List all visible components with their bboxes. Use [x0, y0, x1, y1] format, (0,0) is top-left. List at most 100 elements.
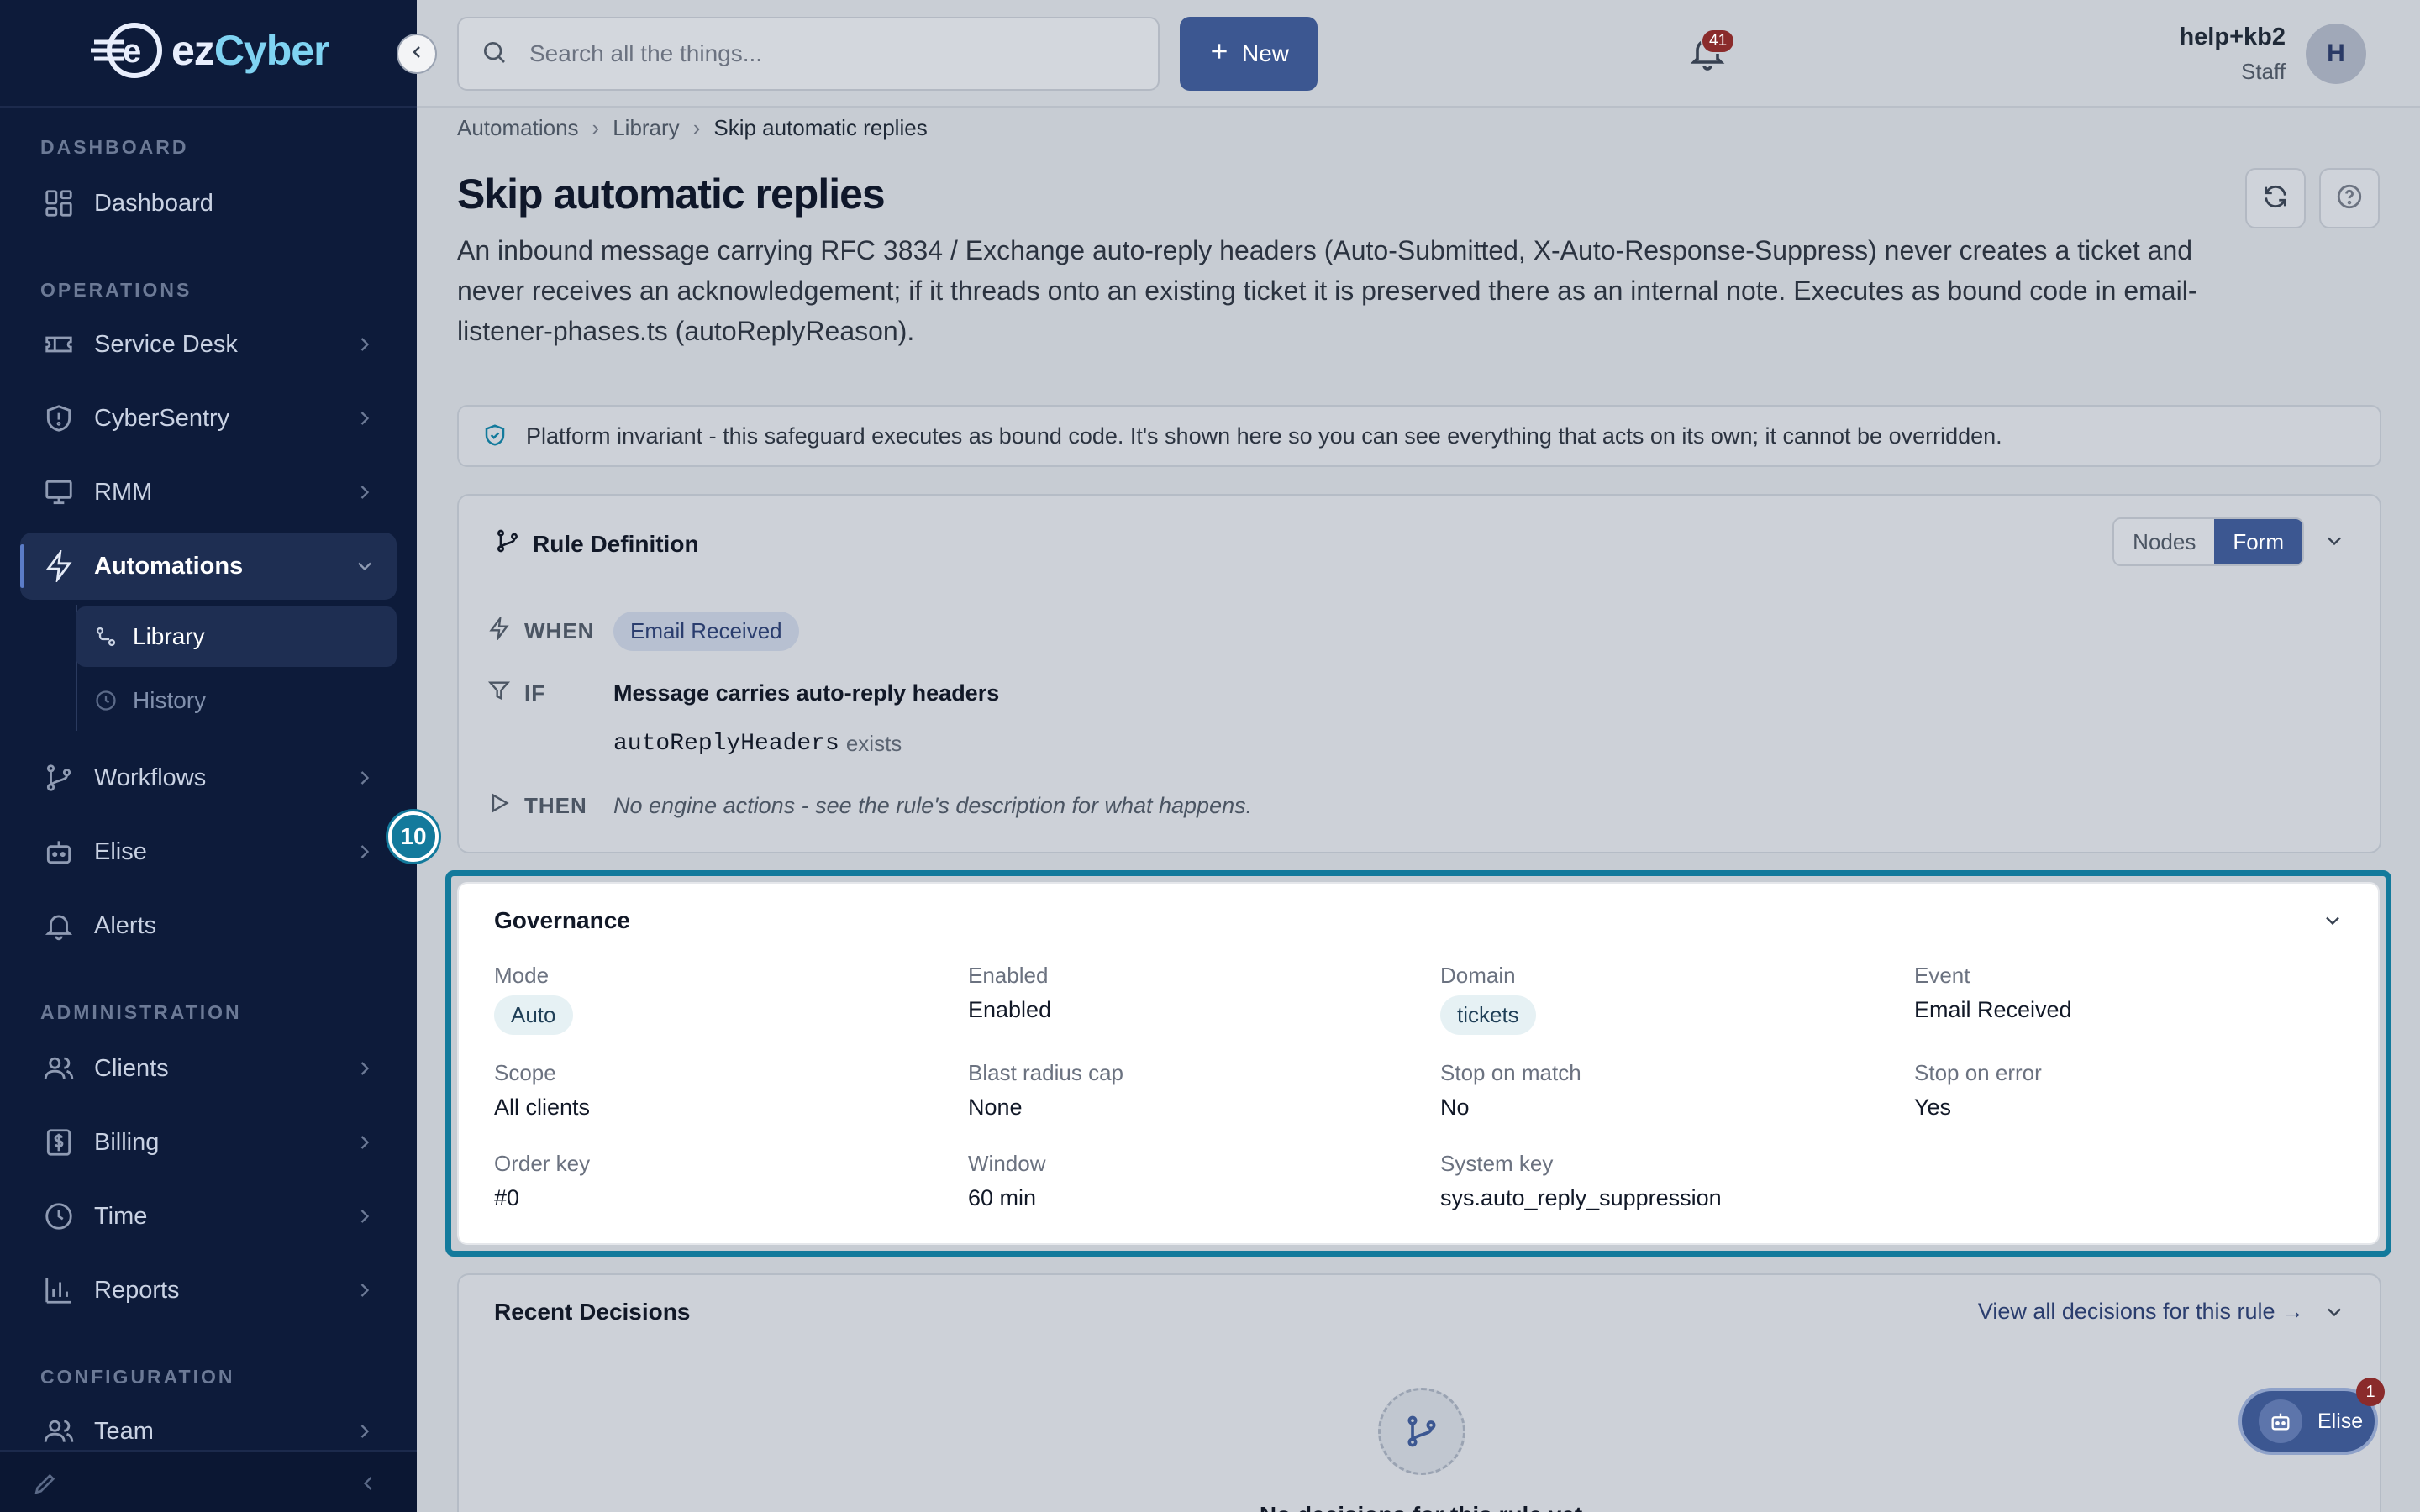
chevron-down-icon[interactable]: [2323, 529, 2346, 553]
chevron-down-icon: [353, 554, 376, 578]
brand-cyber: Cyber: [213, 27, 330, 74]
chevron-right-icon: [353, 1131, 376, 1154]
monitor-icon: [40, 474, 77, 511]
chevron-right-icon: [353, 407, 376, 430]
collapse-sidebar-icon[interactable]: [356, 1472, 380, 1499]
sidebar-item-billing[interactable]: Billing: [20, 1109, 397, 1176]
tour-step-badge: 10: [388, 811, 439, 862]
sidebar-item-time[interactable]: Time: [20, 1183, 397, 1250]
chevron-right-icon: [353, 840, 376, 864]
view-form-button[interactable]: Form: [2214, 519, 2302, 564]
logo-mark-icon: e: [91, 20, 168, 81]
search-icon: [481, 39, 508, 70]
breadcrumb-separator-icon: ›: [692, 114, 701, 140]
sidebar-item-history[interactable]: History: [76, 670, 397, 731]
ticket-icon: [40, 326, 77, 363]
clock-icon: [94, 687, 121, 714]
sidebar-toggle-button[interactable]: [397, 34, 437, 74]
breadcrumb-current: Skip automatic replies: [713, 114, 928, 140]
when-keyword: WHEN: [487, 615, 613, 646]
rule-definition-card: Rule Definition Nodes Form WHEN Email Re…: [457, 494, 2381, 853]
sidebar-item-dashboard[interactable]: Dashboard: [20, 170, 397, 237]
shield-alert-icon: [40, 400, 77, 437]
lightning-icon: [487, 615, 511, 646]
breadcrumb-library[interactable]: Library: [613, 115, 679, 141]
logo-e: e: [123, 33, 141, 70]
new-button[interactable]: New: [1180, 17, 1318, 91]
play-icon: [487, 791, 511, 821]
section-label-operations: OPERATIONS: [40, 279, 192, 301]
sidebar-item-label: Automations: [94, 552, 244, 580]
sidebar-item-label: Elise: [94, 837, 147, 865]
if-label: IF: [524, 680, 546, 706]
refresh-button[interactable]: [2245, 168, 2306, 228]
help-button[interactable]: [2319, 168, 2380, 228]
sidebar-item-label: Clients: [94, 1054, 169, 1082]
brand-logo[interactable]: e ezCyber: [91, 20, 330, 81]
search-input[interactable]: [529, 40, 1118, 67]
user-name[interactable]: help+kb2: [2151, 24, 2286, 51]
chevron-down-icon[interactable]: [2323, 1300, 2346, 1324]
dollar-icon: [40, 1124, 77, 1161]
sidebar-item-library[interactable]: Library: [76, 606, 397, 667]
condition-operator: exists: [845, 731, 902, 756]
breadcrumb-automations[interactable]: Automations: [457, 115, 579, 141]
sidebar-item-rmm[interactable]: RMM: [20, 459, 397, 526]
section-label-dashboard: DASHBOARD: [40, 136, 189, 158]
view-nodes-button[interactable]: Nodes: [2114, 519, 2215, 564]
notification-count-badge: 41: [1701, 29, 1736, 54]
sidebar-item-workflows[interactable]: Workflows: [20, 744, 397, 811]
page-title: Skip automatic replies: [457, 171, 886, 218]
git-branch-icon: [40, 759, 77, 796]
sidebar-item-label: Reports: [94, 1276, 180, 1304]
view-all-decisions-link[interactable]: View all decisions for this rule →: [1978, 1299, 2304, 1325]
recent-decisions-card: Recent Decisions View all decisions for …: [457, 1273, 2381, 1512]
lightning-icon: [40, 548, 77, 585]
page-description: An inbound message carrying RFC 3834 / E…: [457, 235, 2197, 346]
top-bar: New: [417, 0, 2420, 108]
sidebar-footer: [0, 1450, 417, 1512]
sidebar-item-label: Time: [94, 1202, 148, 1230]
bar-chart-icon: [40, 1272, 77, 1309]
empty-state-text: No decisions for this rule yet: [459, 1502, 2383, 1512]
chevron-right-icon: [353, 1205, 376, 1228]
sidebar-item-label: Alerts: [94, 911, 157, 939]
global-search[interactable]: [457, 17, 1160, 91]
rule-if-row: IF Message carries auto-reply headers: [487, 679, 999, 708]
users-icon: [40, 1413, 77, 1450]
sidebar-item-label: RMM: [94, 478, 153, 506]
avatar[interactable]: H: [2306, 24, 2366, 84]
breadcrumb: Automations › Library › Skip automatic r…: [457, 111, 928, 144]
brand-name: ezCyber: [171, 26, 330, 75]
sidebar-item-label: Library: [133, 623, 205, 649]
sidebar-item-reports[interactable]: Reports: [20, 1257, 397, 1324]
sidebar-item-label: Billing: [94, 1128, 160, 1156]
view-toggle: Nodes Form: [2112, 517, 2304, 566]
edit-pencil-icon[interactable]: [32, 1470, 59, 1501]
sidebar-item-service-desk[interactable]: Service Desk: [20, 311, 397, 378]
sidebar-item-alerts[interactable]: Alerts: [20, 892, 397, 959]
when-label: WHEN: [524, 618, 595, 643]
sidebar-item-label: History: [133, 687, 207, 713]
section-label-configuration: CONFIGURATION: [40, 1366, 235, 1388]
chevron-left-icon: [407, 42, 427, 66]
clock-icon: [40, 1198, 77, 1235]
user-role: Staff: [2240, 59, 2286, 84]
elise-unread-badge: 1: [2356, 1378, 2385, 1406]
sidebar-item-automations[interactable]: Automations: [20, 533, 397, 600]
rule-definition-header[interactable]: Rule Definition: [494, 528, 699, 560]
sidebar-item-clients[interactable]: Clients: [20, 1035, 397, 1102]
sidebar-item-elise[interactable]: Elise: [20, 818, 397, 885]
sidebar-item-cybersentry[interactable]: CyberSentry: [20, 385, 397, 452]
trigger-pill: Email Received: [613, 612, 799, 651]
git-branch-icon: [494, 528, 521, 560]
dashboard-grid-icon: [40, 185, 77, 222]
brand-ez: ez: [171, 27, 215, 74]
then-label: THEN: [524, 793, 587, 818]
sidebar-item-label: CyberSentry: [94, 404, 230, 432]
bell-icon: [40, 907, 77, 944]
empty-state-branch-icon: [1378, 1388, 1465, 1475]
users-icon: [40, 1050, 77, 1087]
shield-check-icon: [482, 423, 509, 449]
sidebar-item-label: Workflows: [94, 764, 207, 791]
